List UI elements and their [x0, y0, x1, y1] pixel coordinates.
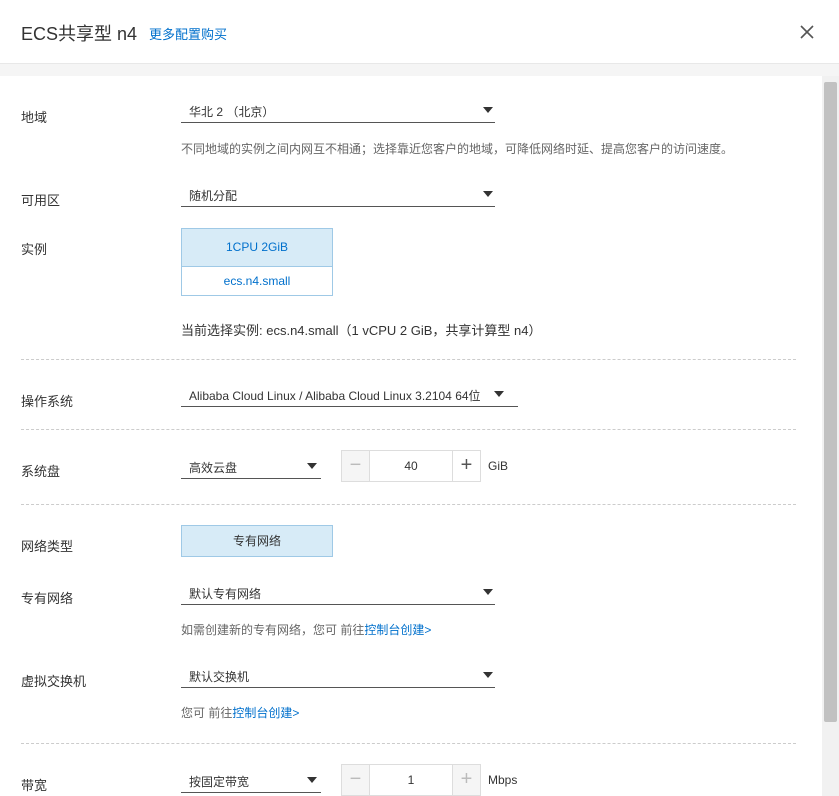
more-config-link[interactable]: 更多配置购买	[149, 24, 227, 43]
chevron-down-icon	[307, 463, 317, 469]
current-instance-text: 当前选择实例: ecs.n4.small（1 vCPU 2 GiB，共享计算型 …	[181, 323, 542, 338]
vpc-console-link[interactable]: 控制台创建>	[364, 623, 431, 637]
vpc-label: 专有网络	[21, 591, 74, 606]
chevron-down-icon	[483, 672, 493, 678]
chevron-down-icon	[494, 391, 504, 397]
header-separator	[0, 64, 839, 76]
zone-label: 可用区	[21, 193, 61, 208]
vswitch-label: 虚拟交换机	[21, 674, 87, 689]
system-disk-label: 系统盘	[21, 464, 61, 479]
bandwidth-type-value: 按固定带宽	[189, 775, 250, 789]
divider	[21, 429, 796, 430]
os-value: Alibaba Cloud Linux / Alibaba Cloud Linu…	[189, 389, 481, 403]
scrollbar-thumb[interactable]	[824, 82, 837, 722]
network-type-vpc-button[interactable]: 专有网络	[181, 525, 333, 557]
bandwidth-input[interactable]	[370, 765, 452, 795]
region-value: 华北 2 （北京）	[189, 105, 275, 119]
zone-select[interactable]: 随机分配	[181, 181, 495, 207]
bandwidth-stepper: − +	[341, 764, 481, 796]
vpc-select[interactable]: 默认专有网络	[181, 579, 495, 605]
instance-card[interactable]: 1CPU 2GiB ecs.n4.small	[181, 228, 333, 296]
zone-value: 随机分配	[189, 189, 238, 203]
chevron-down-icon	[483, 589, 493, 595]
vpc-hint-text: 如需创建新的专有网络，您可 前往	[181, 623, 365, 637]
os-label: 操作系统	[21, 394, 74, 409]
instance-type: ecs.n4.small	[223, 274, 291, 288]
minus-button[interactable]: −	[342, 451, 370, 481]
vswitch-hint-text: 您可 前往	[181, 706, 233, 720]
minus-button[interactable]: −	[342, 765, 370, 795]
vswitch-hint: 您可 前往控制台创建>	[181, 704, 299, 721]
instance-label: 实例	[21, 242, 48, 257]
divider	[21, 359, 796, 360]
plus-button[interactable]: +	[452, 765, 480, 795]
chevron-down-icon	[483, 191, 493, 197]
chevron-down-icon	[307, 777, 317, 783]
disk-size-stepper: − +	[341, 450, 481, 482]
vpc-hint: 如需创建新的专有网络，您可 前往控制台创建>	[181, 621, 431, 638]
vpc-value: 默认专有网络	[189, 587, 262, 601]
dialog-title: ECS共享型 n4	[21, 24, 138, 44]
disk-type-select[interactable]: 高效云盘	[181, 453, 321, 479]
instance-spec: 1CPU 2GiB	[182, 229, 332, 267]
dialog-header: ECS共享型 n4 更多配置购买	[0, 0, 839, 64]
region-label: 地域	[21, 110, 48, 125]
bandwidth-unit: Mbps	[488, 773, 518, 787]
vswitch-value: 默认交换机	[189, 670, 250, 684]
vswitch-select[interactable]: 默认交换机	[181, 662, 495, 688]
disk-type-value: 高效云盘	[189, 461, 238, 475]
bandwidth-type-select[interactable]: 按固定带宽	[181, 767, 321, 793]
os-select[interactable]: Alibaba Cloud Linux / Alibaba Cloud Linu…	[181, 381, 518, 407]
network-type-label: 网络类型	[21, 539, 74, 554]
vertical-scrollbar[interactable]	[822, 76, 839, 796]
region-select[interactable]: 华北 2 （北京）	[181, 97, 495, 123]
disk-unit: GiB	[488, 459, 509, 473]
plus-button[interactable]: +	[452, 451, 480, 481]
divider	[21, 504, 796, 505]
chevron-down-icon	[483, 107, 493, 113]
divider	[21, 743, 796, 744]
vswitch-console-link[interactable]: 控制台创建>	[232, 706, 299, 720]
disk-size-input[interactable]	[370, 451, 452, 481]
close-icon[interactable]	[797, 22, 817, 42]
region-hint: 不同地域的实例之间内网互不相通；选择靠近您客户的地域，可降低网络时延、提高您客户…	[181, 142, 734, 156]
form-content: 地域 华北 2 （北京） 不同地域的实例之间内网互不相通；选择靠近您客户的地域，…	[0, 76, 822, 796]
bandwidth-label: 带宽	[21, 778, 48, 793]
